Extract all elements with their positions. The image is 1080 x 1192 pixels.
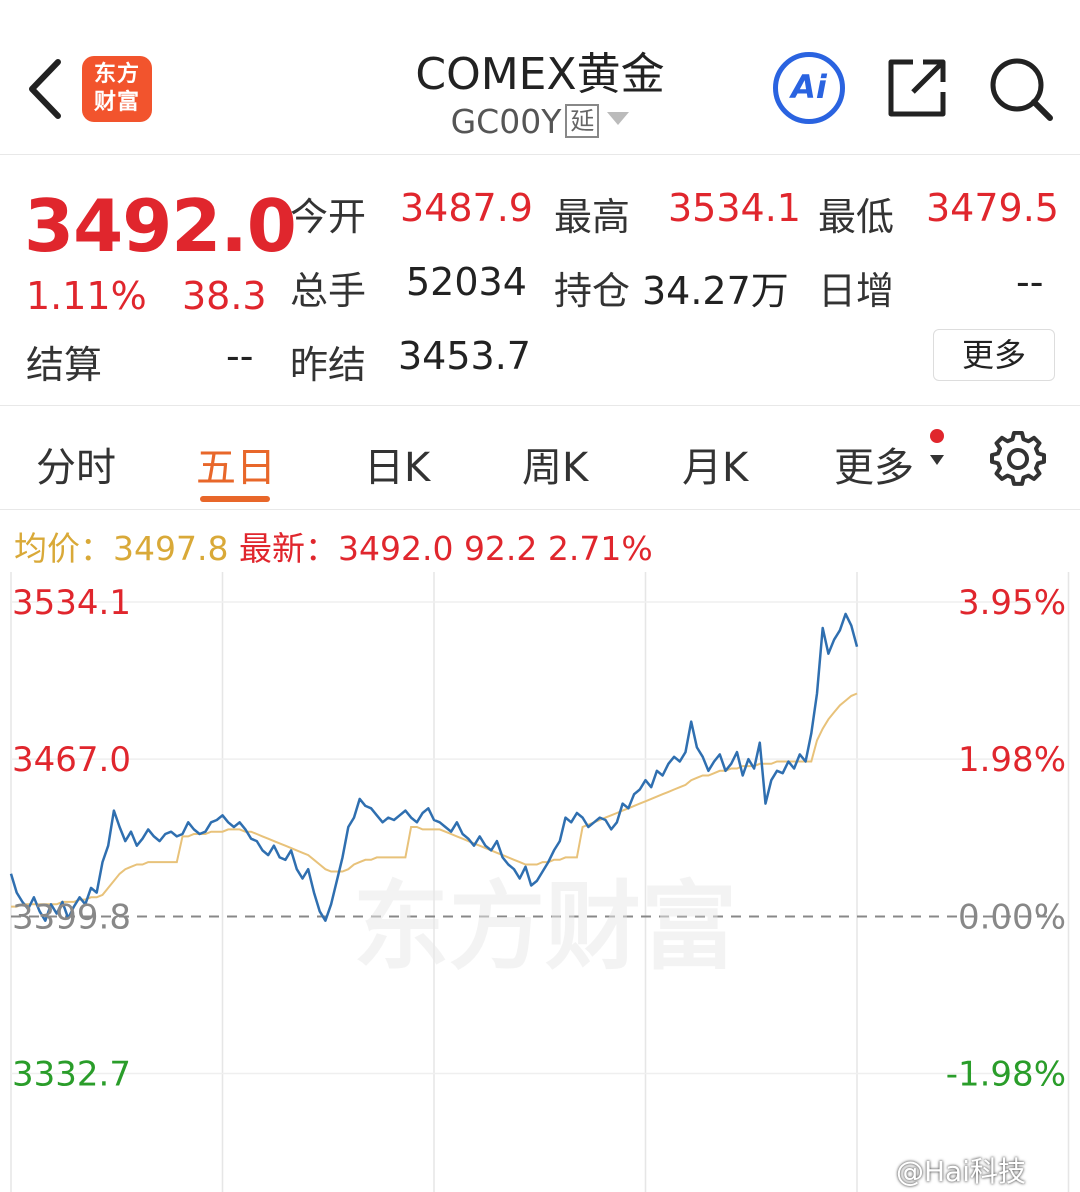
low-label: 最低 xyxy=(818,195,895,239)
latest-label: 最新： xyxy=(238,529,338,568)
app-logo: 东方 财富 xyxy=(82,56,152,122)
settle-value: -- xyxy=(226,334,254,378)
right-axis-label: -1.98% xyxy=(946,1055,1066,1095)
gear-icon[interactable] xyxy=(990,431,1046,487)
avg-label: 均价： xyxy=(14,529,113,568)
right-axis-label: 3.95% xyxy=(958,583,1066,623)
change-value: 38.3 xyxy=(182,274,267,318)
active-tab-underline xyxy=(200,496,270,502)
more-caret-icon xyxy=(930,455,944,465)
right-axis-label: 1.98% xyxy=(958,740,1066,780)
last-price: 3492.0 xyxy=(24,184,297,268)
instrument-code: GC00Y xyxy=(450,102,562,141)
open-interest-value: 34.27万 xyxy=(642,269,789,313)
tab-more[interactable]: 更多 xyxy=(834,435,914,493)
low-value: 3479.5 xyxy=(926,186,1059,230)
quote-panel: 3492.0 1.11% 38.3 今开 3487.9 最高 3534.1 最低… xyxy=(0,156,1080,406)
right-axis-label: 0.00% xyxy=(958,897,1066,937)
change-percent: 1.11% xyxy=(26,274,147,318)
dropdown-caret-icon xyxy=(607,112,630,125)
delay-tag: 延 xyxy=(565,104,600,138)
logo-line-1: 东方 xyxy=(93,62,140,87)
ai-assistant-button[interactable]: Ai xyxy=(773,52,845,124)
chart-period-tabs: 分时 五日 日K 周K 月K 更多 xyxy=(0,407,1080,510)
prev-settle-label: 昨结 xyxy=(290,343,367,387)
open-label: 今开 xyxy=(290,195,367,239)
daily-increase-label: 日增 xyxy=(818,269,895,313)
daily-increase-value: -- xyxy=(1016,260,1044,304)
high-label: 最高 xyxy=(554,195,631,239)
left-axis-label: 3399.8 xyxy=(12,897,131,937)
tab-monthly-k[interactable]: 月K xyxy=(682,435,748,493)
change-pct: 2.71% xyxy=(547,529,653,568)
instrument-code-selector[interactable]: GC00Y 延 xyxy=(340,102,740,141)
instrument-title: COMEX黄金 xyxy=(415,49,665,100)
watermark: 东方财富 xyxy=(353,871,737,983)
chart-info-line: 均价：3497.8 最新：3492.0 92.2 2.71% xyxy=(14,522,653,570)
left-axis-label: 3332.7 xyxy=(12,1055,131,1095)
notification-dot-icon xyxy=(930,429,944,443)
top-bar: 东方 财富 COMEX黄金 GC00Y 延 Ai xyxy=(0,0,1080,155)
five-day-chart[interactable]: 东方财富 3534.1 3467.0 3399.8 3332.7 3.95% 1.98%… xyxy=(0,572,1080,1192)
left-axis-label: 3534.1 xyxy=(12,583,131,623)
high-value: 3534.1 xyxy=(668,186,801,230)
change-amount: 92.2 xyxy=(463,529,538,568)
open-interest-label: 持仓 xyxy=(554,269,631,313)
latest-value: 3492.0 xyxy=(337,529,454,568)
more-quote-button[interactable]: 更多 xyxy=(933,329,1055,381)
volume-value: 52034 xyxy=(406,260,527,304)
left-axis-label: 3467.0 xyxy=(12,740,131,780)
prev-settle-value: 3453.7 xyxy=(398,334,531,378)
tab-weekly-k[interactable]: 周K xyxy=(522,435,588,493)
avg-value: 3497.8 xyxy=(113,529,229,568)
search-icon[interactable] xyxy=(988,56,1054,122)
tab-five-day[interactable]: 五日 xyxy=(196,435,276,493)
back-arrow-icon[interactable] xyxy=(22,56,72,122)
share-icon[interactable] xyxy=(885,56,949,120)
settle-label: 结算 xyxy=(26,343,103,387)
logo-line-2: 财富 xyxy=(93,90,140,115)
open-value: 3487.9 xyxy=(400,186,533,230)
svg-text:东方财富: 东方财富 xyxy=(353,871,737,983)
weibo-watermark: @Hai科技 xyxy=(896,1155,1026,1188)
tab-daily-k[interactable]: 日K xyxy=(364,435,430,493)
volume-label: 总手 xyxy=(290,269,367,313)
tab-intraday[interactable]: 分时 xyxy=(36,435,116,493)
